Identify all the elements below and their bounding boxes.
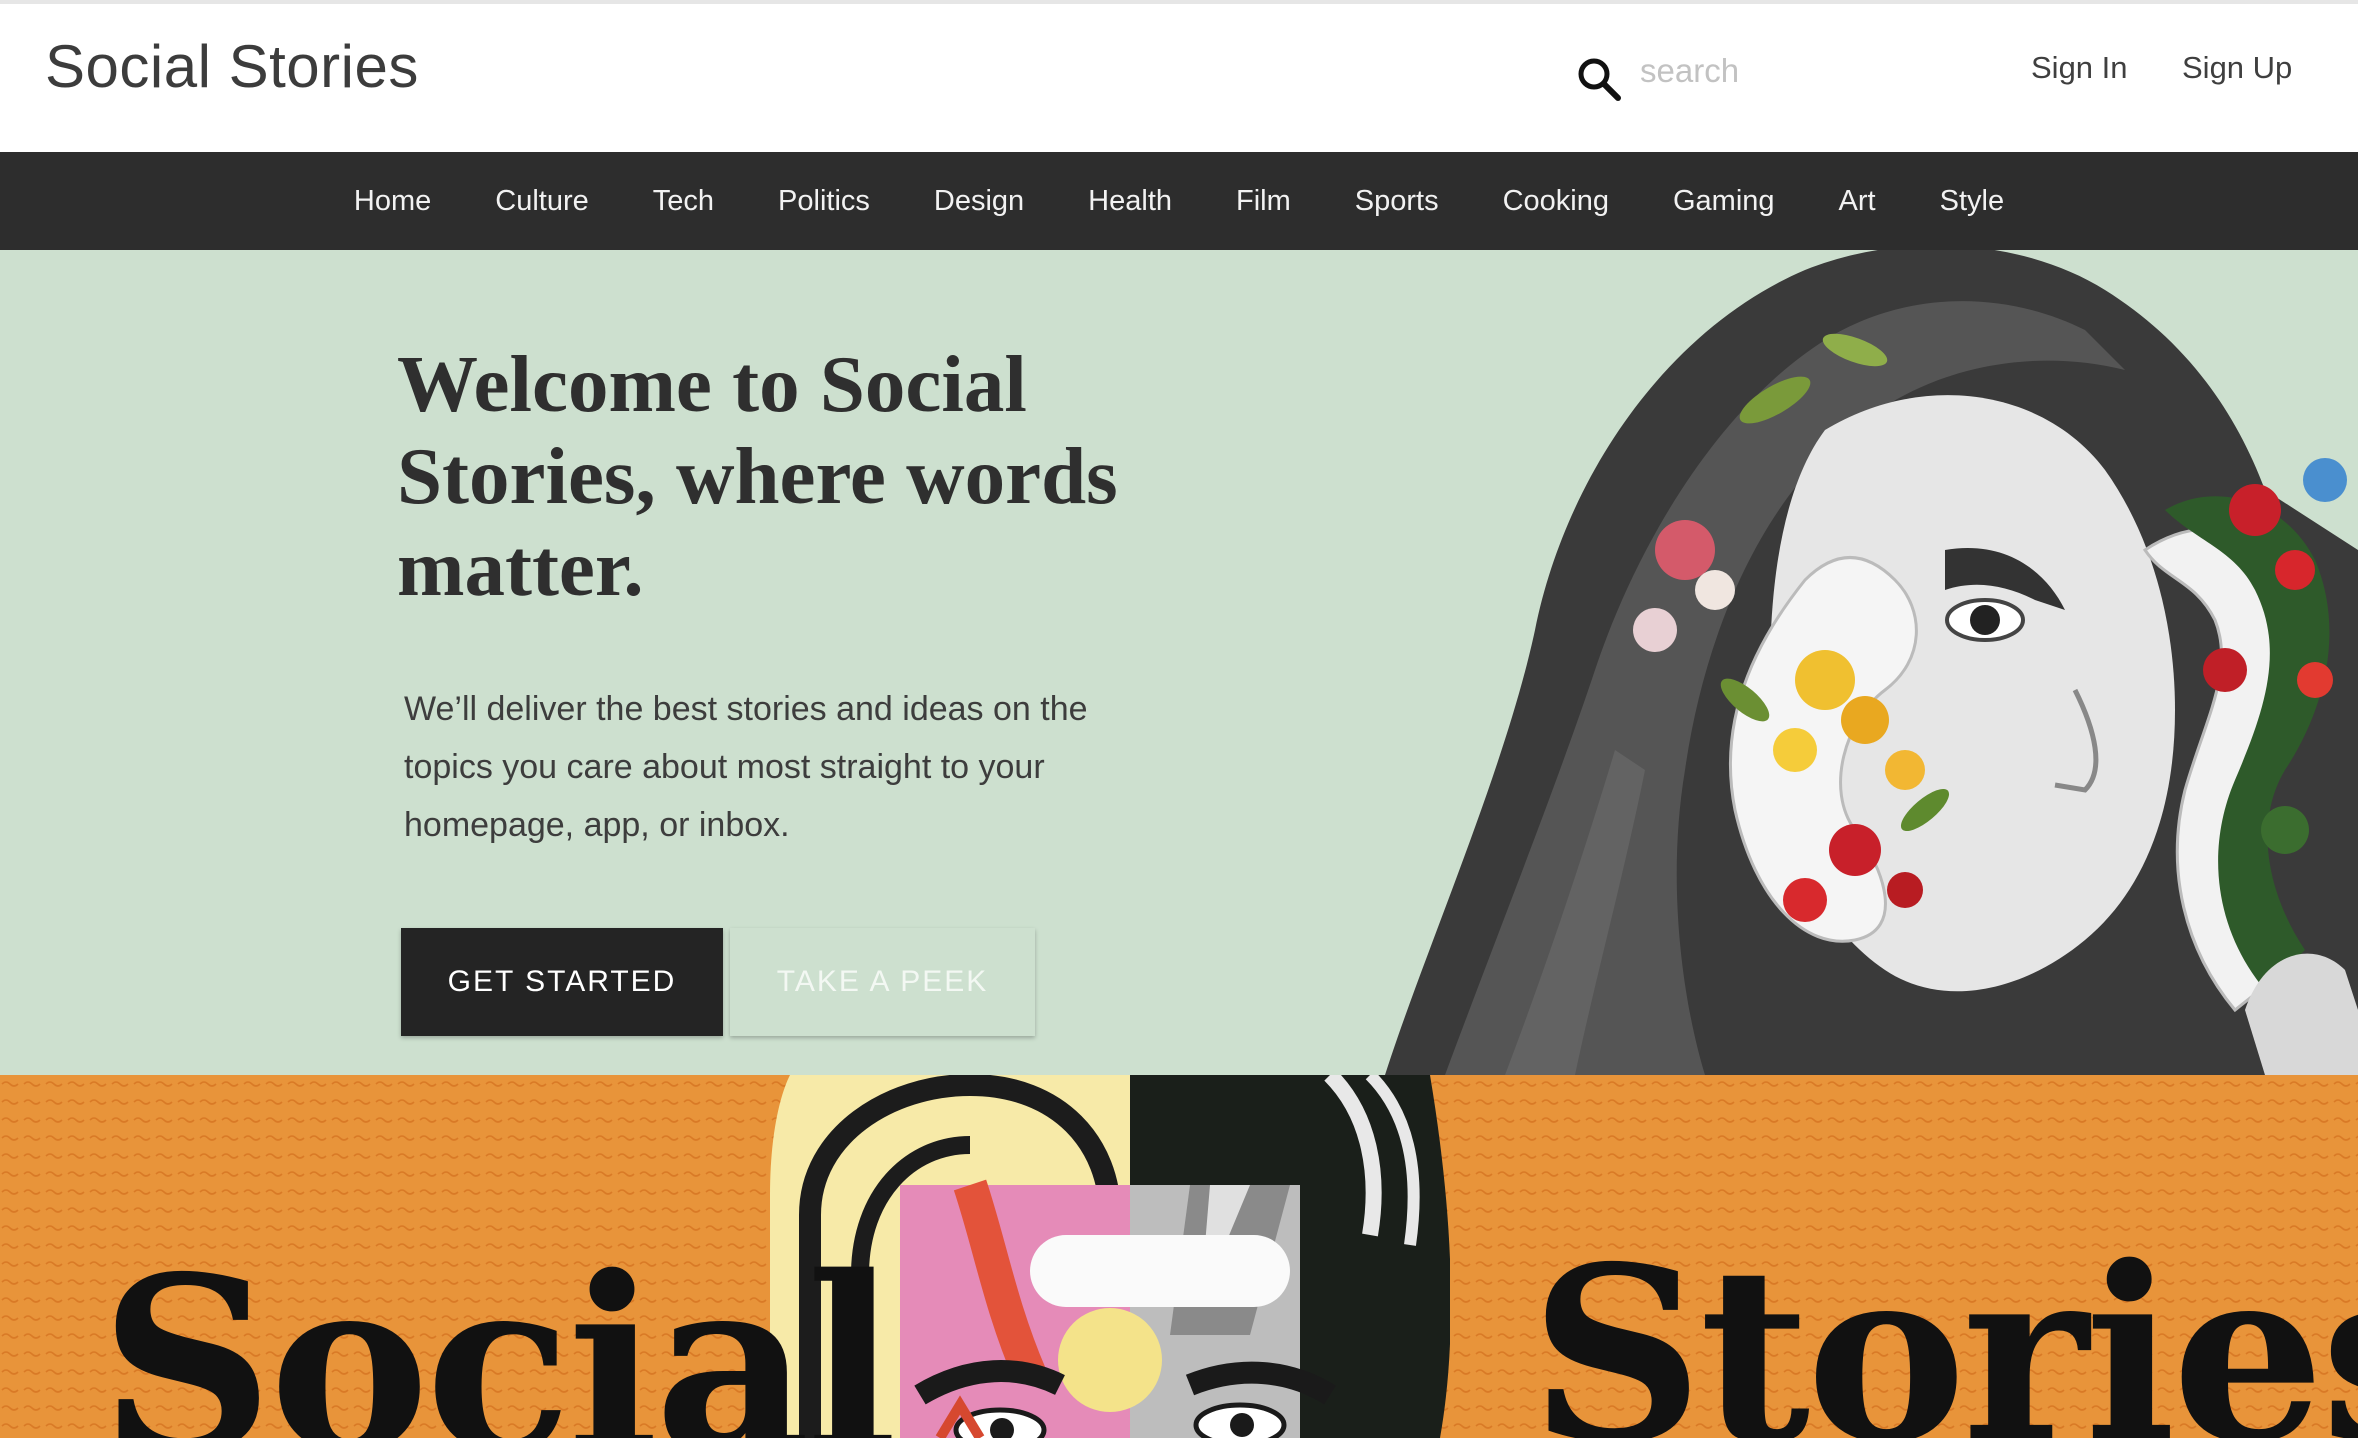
nav-item-art[interactable]: Art [1807,185,1908,218]
hero-collage-image [1385,250,2358,1075]
nav-item-health[interactable]: Health [1056,185,1204,218]
nav-item-style[interactable]: Style [1908,185,2036,218]
banner-word-social: Social [100,1224,897,1438]
sign-up-link[interactable]: Sign Up [2182,50,2292,86]
nav-item-culture[interactable]: Culture [463,185,621,218]
hero-section: Welcome to Social Stories, where words m… [0,250,2358,1075]
nav-item-design[interactable]: Design [902,185,1056,218]
nav-item-cooking[interactable]: Cooking [1471,185,1641,218]
nav-item-tech[interactable]: Tech [621,185,746,218]
nav-item-gaming[interactable]: Gaming [1641,185,1807,218]
nav-item-politics[interactable]: Politics [746,185,902,218]
get-started-button[interactable]: GET STARTED [401,928,723,1036]
banner-word-stories: Stories [1530,1214,2358,1438]
search-input[interactable] [1640,44,1940,98]
category-nav: Home Culture Tech Politics Design Health… [0,152,2358,250]
search-icon[interactable] [1574,54,1626,106]
nav-item-film[interactable]: Film [1204,185,1323,218]
hero-title: Welcome to Social Stories, where words m… [397,339,1118,613]
promo-banner: Social Stories [0,1075,2358,1438]
site-header: Social Stories Sign In Sign Up [0,4,2358,152]
nav-item-sports[interactable]: Sports [1323,185,1471,218]
take-a-peek-button[interactable]: TAKE A PEEK [730,928,1035,1036]
site-logo[interactable]: Social Stories [45,32,419,101]
nav-item-home[interactable]: Home [322,185,463,218]
hero-subtitle: We’ll deliver the best stories and ideas… [404,690,1088,844]
sign-in-link[interactable]: Sign In [2031,50,2128,86]
